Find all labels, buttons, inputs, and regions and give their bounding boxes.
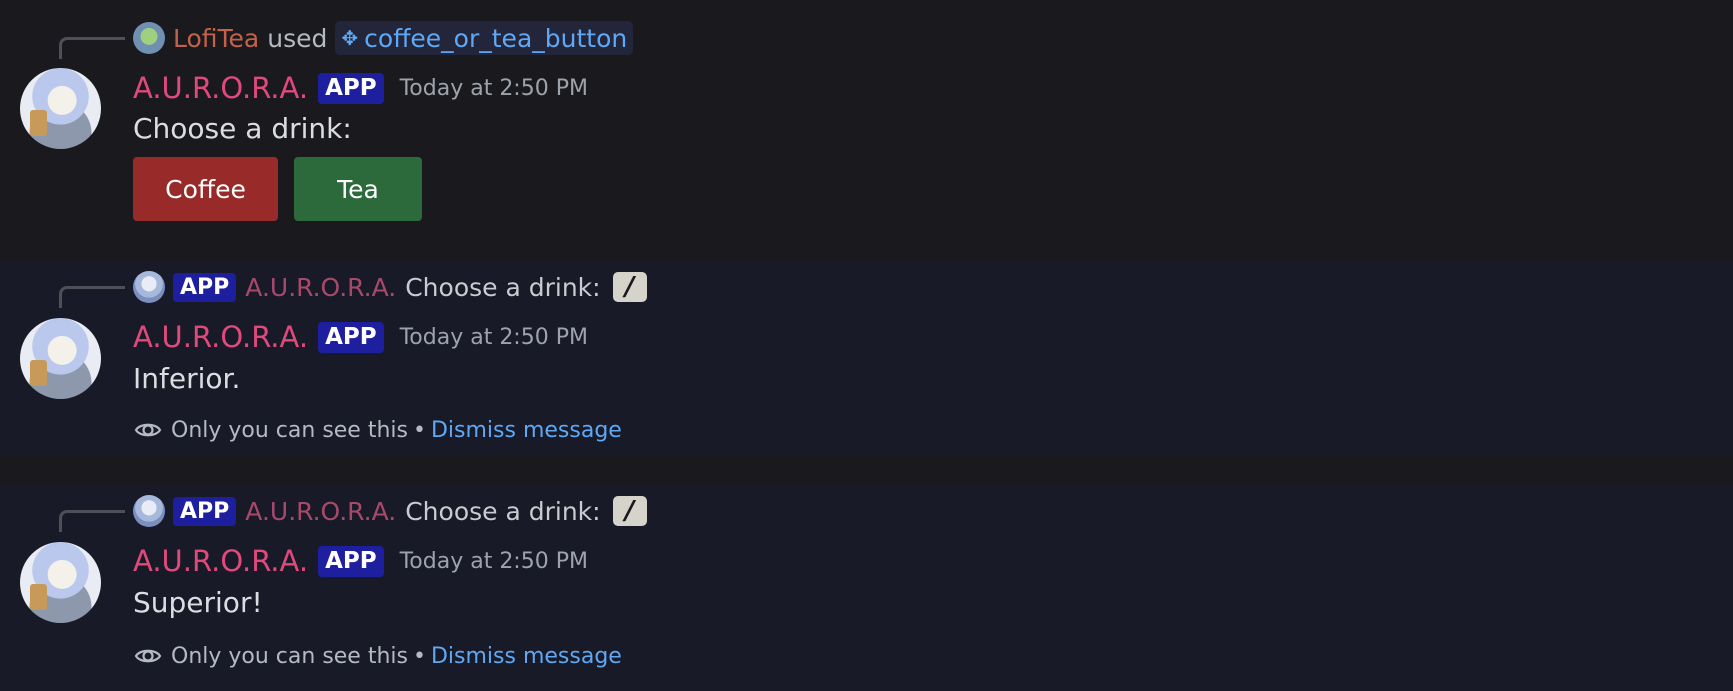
bot-avatar[interactable] bbox=[20, 68, 101, 149]
message-header: A.U.R.O.R.A. APP Today at 2:50 PM bbox=[133, 541, 588, 581]
reply-content: Choose a drink: bbox=[405, 272, 601, 302]
reply-preview[interactable]: APP A.U.R.O.R.A. Choose a drink: / bbox=[133, 270, 647, 304]
reply-connector bbox=[59, 37, 125, 59]
message-content: Choose a drink: bbox=[133, 112, 352, 145]
app-badge: APP bbox=[318, 545, 384, 577]
command-name: coffee_or_tea_button bbox=[364, 23, 628, 53]
reply-used-text: used bbox=[267, 23, 328, 53]
notice-text: Only you can see this bbox=[171, 643, 408, 669]
message-header: A.U.R.O.R.A. APP Today at 2:50 PM bbox=[133, 68, 588, 108]
author-name[interactable]: A.U.R.O.R.A. bbox=[133, 544, 308, 578]
command-chip[interactable]: ✥ coffee_or_tea_button bbox=[335, 21, 634, 55]
button-row: Coffee Tea bbox=[133, 157, 438, 221]
reply-author-name[interactable]: A.U.R.O.R.A. bbox=[245, 497, 396, 526]
author-name[interactable]: A.U.R.O.R.A. bbox=[133, 320, 308, 354]
message-content: Inferior. bbox=[133, 362, 241, 395]
app-badge: APP bbox=[173, 496, 237, 526]
notice-separator: • bbox=[412, 643, 426, 669]
reply-user-name[interactable]: LofiTea bbox=[173, 24, 259, 53]
timestamp[interactable]: Today at 2:50 PM bbox=[400, 325, 588, 350]
timestamp[interactable]: Today at 2:50 PM bbox=[400, 549, 588, 574]
slash-icon: / bbox=[612, 272, 647, 302]
app-badge: APP bbox=[318, 72, 384, 104]
bot-avatar[interactable] bbox=[20, 318, 101, 399]
bot-mini-avatar[interactable] bbox=[133, 271, 165, 303]
slash-icon: / bbox=[612, 496, 647, 526]
timestamp[interactable]: Today at 2:50 PM bbox=[400, 76, 588, 101]
author-name[interactable]: A.U.R.O.R.A. bbox=[133, 71, 308, 105]
tea-button[interactable]: Tea bbox=[294, 157, 422, 221]
reply-author-name[interactable]: A.U.R.O.R.A. bbox=[245, 273, 396, 302]
notice-text: Only you can see this bbox=[171, 417, 408, 443]
user-avatar[interactable] bbox=[133, 22, 165, 54]
ephemeral-notice: Only you can see this • Dismiss message bbox=[133, 640, 622, 672]
slash-command-icon: ✥ bbox=[341, 26, 359, 50]
reply-connector bbox=[59, 286, 125, 308]
message-2: APP A.U.R.O.R.A. Choose a drink: / A.U.R… bbox=[0, 262, 1733, 456]
coffee-button[interactable]: Coffee bbox=[133, 157, 278, 221]
message-content: Superior! bbox=[133, 586, 263, 619]
reply-content: Choose a drink: bbox=[405, 496, 601, 526]
eye-icon bbox=[134, 649, 162, 663]
eye-icon bbox=[134, 423, 162, 437]
bot-avatar[interactable] bbox=[20, 542, 101, 623]
bot-mini-avatar[interactable] bbox=[133, 495, 165, 527]
app-badge: APP bbox=[318, 321, 384, 353]
dismiss-message-link[interactable]: Dismiss message bbox=[431, 644, 622, 669]
app-badge: APP bbox=[173, 272, 237, 302]
reply-preview[interactable]: APP A.U.R.O.R.A. Choose a drink: / bbox=[133, 494, 647, 528]
reply-preview[interactable]: LofiTea used ✥ coffee_or_tea_button bbox=[133, 21, 634, 55]
ephemeral-notice: Only you can see this • Dismiss message bbox=[133, 414, 622, 446]
message-3: APP A.U.R.O.R.A. Choose a drink: / A.U.R… bbox=[0, 486, 1733, 691]
reply-connector bbox=[59, 510, 125, 532]
dismiss-message-link[interactable]: Dismiss message bbox=[431, 418, 622, 443]
notice-separator: • bbox=[412, 417, 426, 443]
message-1: LofiTea used ✥ coffee_or_tea_button A.U.… bbox=[0, 0, 1733, 262]
message-header: A.U.R.O.R.A. APP Today at 2:50 PM bbox=[133, 317, 588, 357]
